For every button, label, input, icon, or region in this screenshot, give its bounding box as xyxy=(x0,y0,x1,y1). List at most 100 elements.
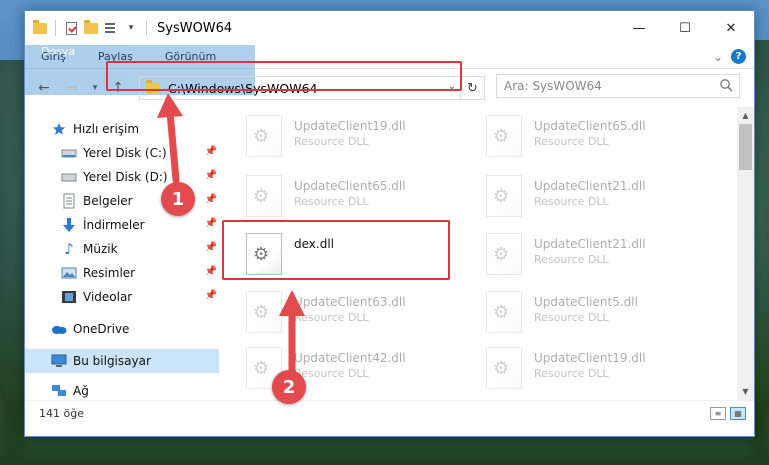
pictures-icon xyxy=(61,265,77,281)
dll-file-icon: ⚙ xyxy=(486,115,522,157)
forward-arrow-icon[interactable]: → xyxy=(61,77,83,99)
sidebar-item-label: Müzik xyxy=(83,242,118,256)
computer-icon xyxy=(51,353,67,369)
address-highlight-box xyxy=(106,61,462,91)
file-name: UpdateClient19.dll xyxy=(294,119,406,133)
file-type: Resource DLL xyxy=(534,253,609,266)
status-bar: 141 öğe ≡ ▦ xyxy=(25,400,754,426)
view-toggles: ≡ ▦ xyxy=(710,407,746,420)
refresh-icon[interactable]: ↻ xyxy=(460,77,484,99)
documents-icon xyxy=(61,193,77,209)
customize-toolbar-icon[interactable] xyxy=(104,21,118,35)
pin-icon[interactable]: 📌 xyxy=(205,242,217,253)
file-name: UpdateClient42.dll xyxy=(294,351,406,365)
close-button[interactable]: ✕ xyxy=(708,11,754,45)
cloud-icon xyxy=(51,321,67,337)
file-name: UpdateClient19.dll xyxy=(534,351,646,365)
network-icon xyxy=(51,383,67,399)
file-highlight-box xyxy=(222,220,450,280)
file-item[interactable]: ⚙ UpdateClient21.dll Resource DLL xyxy=(486,233,716,283)
pin-icon[interactable]: 📌 xyxy=(205,266,217,277)
scroll-up-arrow-icon[interactable]: ▲ xyxy=(737,107,754,124)
back-arrow-icon[interactable]: ← xyxy=(33,77,55,99)
sidebar-item-local-disk-d[interactable]: Yerel Disk (D:) 📌 xyxy=(25,165,219,189)
scroll-down-arrow-icon[interactable]: ▼ xyxy=(737,383,754,400)
sidebar-item-downloads[interactable]: İndirmeler 📌 xyxy=(25,213,219,237)
properties-icon[interactable] xyxy=(64,21,78,35)
file-item[interactable]: ⚙ UpdateClient19.dll Resource DLL xyxy=(486,347,716,397)
sidebar-item-label: Ağ xyxy=(73,384,89,398)
file-name: UpdateClient63.dll xyxy=(294,295,406,309)
navigation-pane: Hızlı erişim Yerel Disk (C:) 📌 Yerel Dis… xyxy=(25,107,220,400)
sidebar-item-label: Yerel Disk (D:) xyxy=(83,170,168,184)
file-item[interactable]: ⚙ UpdateClient65.dll Resource DLL xyxy=(486,115,716,165)
file-item[interactable]: ⚙ UpdateClient65.dll Resource DLL xyxy=(246,175,476,225)
window-title: SysWOW64 xyxy=(157,20,233,36)
sidebar-item-quick-access[interactable]: Hızlı erişim xyxy=(25,117,219,141)
tiles-view-icon[interactable]: ▦ xyxy=(730,407,746,420)
quick-access-toolbar: ▾ xyxy=(25,19,149,36)
pin-icon[interactable]: 📌 xyxy=(205,170,217,181)
vertical-scrollbar[interactable]: ▲ ▼ xyxy=(737,107,754,400)
dll-file-icon: ⚙ xyxy=(486,291,522,333)
music-icon: ♪ xyxy=(64,240,74,258)
minimize-button[interactable]: — xyxy=(616,11,662,45)
folder-icon xyxy=(33,19,47,35)
sidebar-item-label: Yerel Disk (C:) xyxy=(83,146,167,160)
ribbon-right-controls: ⌄ ? xyxy=(713,49,746,64)
sidebar-item-this-pc[interactable]: Bu bilgisayar xyxy=(25,349,219,373)
pin-icon[interactable]: 📌 xyxy=(205,146,217,157)
step-1-badge: 1 xyxy=(161,182,195,216)
toolbar-separator xyxy=(55,20,56,36)
sidebar-item-local-disk-c[interactable]: Yerel Disk (C:) 📌 xyxy=(25,141,219,165)
pin-icon[interactable]: 📌 xyxy=(205,218,217,229)
file-name: UpdateClient65.dll xyxy=(294,179,406,193)
recent-locations-chevron-icon[interactable]: ▾ xyxy=(89,77,101,99)
videos-icon xyxy=(61,289,77,305)
pin-icon[interactable]: 📌 xyxy=(205,194,217,205)
search-icon[interactable] xyxy=(719,78,733,95)
dll-file-icon: ⚙ xyxy=(486,233,522,275)
scrollbar-thumb[interactable] xyxy=(739,124,752,170)
file-name: UpdateClient65.dll xyxy=(534,119,646,133)
window-controls: — ☐ ✕ xyxy=(616,11,754,45)
file-type: Resource DLL xyxy=(534,195,609,208)
dll-file-icon: ⚙ xyxy=(246,291,282,333)
file-type: Resource DLL xyxy=(534,311,609,324)
expand-ribbon-icon[interactable]: ⌄ xyxy=(713,50,723,64)
sidebar-item-videos[interactable]: Videolar 📌 xyxy=(25,285,219,309)
sidebar-item-pictures[interactable]: Resimler 📌 xyxy=(25,261,219,285)
file-item[interactable]: ⚙ UpdateClient19.dll Resource DLL xyxy=(246,115,476,165)
sidebar-item-onedrive[interactable]: OneDrive xyxy=(25,317,219,341)
item-count: 141 öğe xyxy=(39,407,84,420)
title-bar: ▾ SysWOW64 — ☐ ✕ xyxy=(25,11,754,45)
file-item[interactable]: ⚙ UpdateClient5.dll Resource DLL xyxy=(486,291,716,341)
sidebar-item-label: Hızlı erişim xyxy=(73,122,140,136)
toolbar-dropdown-icon[interactable]: ▾ xyxy=(124,21,138,35)
file-type: Resource DLL xyxy=(294,135,369,148)
new-folder-icon[interactable] xyxy=(84,19,98,35)
file-name: UpdateClient21.dll xyxy=(534,179,646,193)
file-type: Resource DLL xyxy=(294,367,369,380)
sidebar-item-label: Belgeler xyxy=(83,194,133,208)
details-view-icon[interactable]: ≡ xyxy=(710,407,726,420)
dll-file-icon: ⚙ xyxy=(486,175,522,217)
pin-icon[interactable]: 📌 xyxy=(205,290,217,301)
file-type: Resource DLL xyxy=(294,311,369,324)
dll-file-icon: ⚙ xyxy=(486,347,522,389)
sidebar-item-label: OneDrive xyxy=(73,322,130,336)
file-type: Resource DLL xyxy=(534,367,609,380)
file-type: Resource DLL xyxy=(294,195,369,208)
sidebar-item-label: Resimler xyxy=(83,266,136,280)
downloads-icon xyxy=(61,217,77,233)
sidebar-item-label: Bu bilgisayar xyxy=(73,354,151,368)
dll-file-icon: ⚙ xyxy=(246,115,282,157)
maximize-button[interactable]: ☐ xyxy=(662,11,708,45)
drive-icon xyxy=(61,169,77,185)
help-icon[interactable]: ? xyxy=(731,49,746,64)
file-item[interactable]: ⚙ UpdateClient21.dll Resource DLL xyxy=(486,175,716,225)
file-item[interactable]: ⚙ UpdateClient63.dll Resource DLL xyxy=(246,291,476,341)
search-box[interactable]: Ara: SysWOW64 xyxy=(496,74,740,98)
sidebar-item-music[interactable]: ♪ Müzik 📌 xyxy=(25,237,219,261)
file-name: UpdateClient21.dll xyxy=(534,237,646,251)
